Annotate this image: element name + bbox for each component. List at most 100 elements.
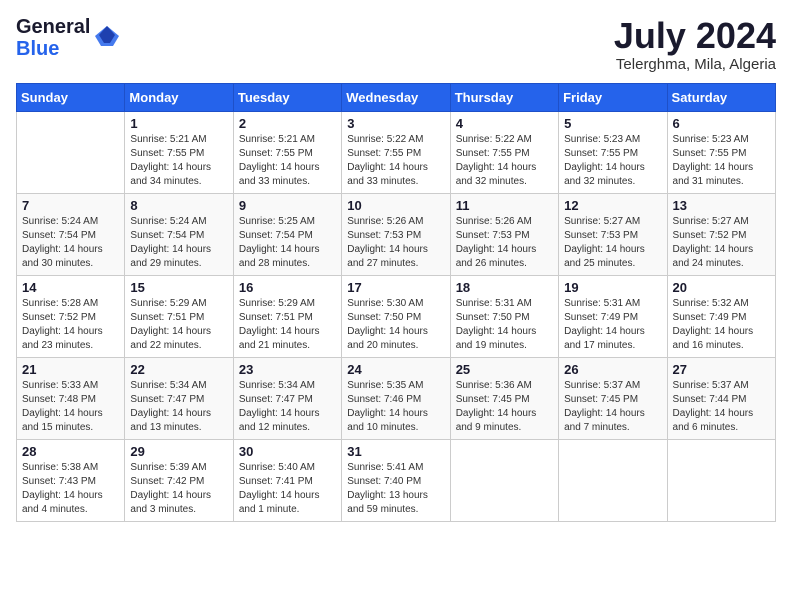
day-number: 5	[564, 116, 661, 131]
month-year: July 2024	[614, 16, 776, 56]
day-info: Sunrise: 5:35 AMSunset: 7:46 PMDaylight:…	[347, 379, 444, 435]
day-info: Sunrise: 5:22 AMSunset: 7:55 PMDaylight:…	[347, 133, 444, 189]
day-info: Sunrise: 5:27 AMSunset: 7:52 PMDaylight:…	[673, 215, 770, 271]
day-number: 18	[456, 280, 553, 295]
day-number: 21	[22, 362, 119, 377]
week-row-3: 14 Sunrise: 5:28 AMSunset: 7:52 PMDayligh…	[17, 275, 776, 357]
day-number: 7	[22, 198, 119, 213]
calendar-cell: 25Sunrise: 5:36 AMSunset: 7:45 PMDayligh…	[450, 357, 558, 439]
day-info: Sunrise: 5:29 AMSunset: 7:51 PMDaylight:…	[239, 297, 336, 353]
weekday-header-row: SundayMondayTuesdayWednesdayThursdayFrid…	[17, 83, 776, 111]
day-info: Sunrise: 5:37 AMSunset: 7:44 PMDaylight:…	[673, 379, 770, 435]
week-row-5: 28Sunrise: 5:38 AMSunset: 7:43 PMDayligh…	[17, 439, 776, 521]
day-info: Sunrise: 5:33 AMSunset: 7:48 PMDaylight:…	[22, 379, 119, 435]
weekday-header-tuesday: Tuesday	[233, 83, 341, 111]
day-info: Sunrise: 5:31 AMSunset: 7:49 PMDaylight:…	[564, 297, 661, 353]
calendar-cell: 26 Sunrise: 5:37 AMSunset: 7:45 PMDayligh…	[559, 357, 667, 439]
day-info: Sunrise: 5:39 AMSunset: 7:42 PMDaylight:…	[130, 461, 227, 517]
calendar-cell: 23 Sunrise: 5:34 AMSunset: 7:47 PMDayligh…	[233, 357, 341, 439]
day-number: 2	[239, 116, 336, 131]
day-number: 9	[239, 198, 336, 213]
calendar-cell: 6Sunrise: 5:23 AMSunset: 7:55 PMDaylight…	[667, 111, 775, 193]
week-row-1: 1 Sunrise: 5:21 AMSunset: 7:55 PMDaylight…	[17, 111, 776, 193]
calendar-cell: 30Sunrise: 5:40 AMSunset: 7:41 PMDayligh…	[233, 439, 341, 521]
day-number: 14	[22, 280, 119, 295]
location: Telerghma, Mila, Algeria	[614, 56, 776, 73]
day-info: Sunrise: 5:29 AMSunset: 7:51 PMDaylight:…	[130, 297, 227, 353]
day-info: Sunrise: 5:25 AMSunset: 7:54 PMDaylight:…	[239, 215, 336, 271]
weekday-header-sunday: Sunday	[17, 83, 125, 111]
day-info: Sunrise: 5:37 AMSunset: 7:45 PMDaylight:…	[564, 379, 661, 435]
day-info: Sunrise: 5:28 AMSunset: 7:52 PMDaylight:…	[22, 297, 119, 353]
logo-blue: Blue	[16, 38, 90, 60]
day-number: 31	[347, 444, 444, 459]
day-number: 27	[673, 362, 770, 377]
day-number: 13	[673, 198, 770, 213]
day-number: 30	[239, 444, 336, 459]
calendar-cell: 22 Sunrise: 5:34 AMSunset: 7:47 PMDayligh…	[125, 357, 233, 439]
day-info: Sunrise: 5:31 AMSunset: 7:50 PMDaylight:…	[456, 297, 553, 353]
day-number: 29	[130, 444, 227, 459]
day-info: Sunrise: 5:41 AMSunset: 7:40 PMDaylight:…	[347, 461, 444, 517]
day-number: 26	[564, 362, 661, 377]
calendar-cell: 27 Sunrise: 5:37 AMSunset: 7:44 PMDayligh…	[667, 357, 775, 439]
day-number: 10	[347, 198, 444, 213]
calendar-cell: 7 Sunrise: 5:24 AMSunset: 7:54 PMDaylight…	[17, 193, 125, 275]
week-row-2: 7 Sunrise: 5:24 AMSunset: 7:54 PMDaylight…	[17, 193, 776, 275]
weekday-header-monday: Monday	[125, 83, 233, 111]
calendar-cell	[559, 439, 667, 521]
calendar-cell: 12Sunrise: 5:27 AMSunset: 7:53 PMDayligh…	[559, 193, 667, 275]
calendar-cell: 18 Sunrise: 5:31 AMSunset: 7:50 PMDayligh…	[450, 275, 558, 357]
calendar-cell: 21 Sunrise: 5:33 AMSunset: 7:48 PMDayligh…	[17, 357, 125, 439]
day-info: Sunrise: 5:27 AMSunset: 7:53 PMDaylight:…	[564, 215, 661, 271]
day-number: 20	[673, 280, 770, 295]
day-info: Sunrise: 5:24 AMSunset: 7:54 PMDaylight:…	[22, 215, 119, 271]
calendar-cell: 17Sunrise: 5:30 AMSunset: 7:50 PMDayligh…	[342, 275, 450, 357]
day-info: Sunrise: 5:26 AMSunset: 7:53 PMDaylight:…	[456, 215, 553, 271]
day-info: Sunrise: 5:34 AMSunset: 7:47 PMDaylight:…	[130, 379, 227, 435]
calendar-cell: 11Sunrise: 5:26 AMSunset: 7:53 PMDayligh…	[450, 193, 558, 275]
calendar-cell	[667, 439, 775, 521]
title-block: July 2024 Telerghma, Mila, Algeria	[614, 16, 776, 73]
calendar-cell: 31 Sunrise: 5:41 AMSunset: 7:40 PMDayligh…	[342, 439, 450, 521]
day-info: Sunrise: 5:24 AMSunset: 7:54 PMDaylight:…	[130, 215, 227, 271]
calendar-cell: 14 Sunrise: 5:28 AMSunset: 7:52 PMDayligh…	[17, 275, 125, 357]
day-info: Sunrise: 5:23 AMSunset: 7:55 PMDaylight:…	[564, 133, 661, 189]
page-header: General Blue July 2024 Telerghma, Mila, …	[16, 16, 776, 73]
day-number: 22	[130, 362, 227, 377]
calendar-cell: 15Sunrise: 5:29 AMSunset: 7:51 PMDayligh…	[125, 275, 233, 357]
weekday-header-thursday: Thursday	[450, 83, 558, 111]
calendar-cell: 2Sunrise: 5:21 AMSunset: 7:55 PMDaylight…	[233, 111, 341, 193]
day-number: 17	[347, 280, 444, 295]
logo-icon	[93, 22, 121, 50]
calendar-cell: 13 Sunrise: 5:27 AMSunset: 7:52 PMDayligh…	[667, 193, 775, 275]
week-row-4: 21 Sunrise: 5:33 AMSunset: 7:48 PMDayligh…	[17, 357, 776, 439]
day-number: 3	[347, 116, 444, 131]
calendar-cell: 9 Sunrise: 5:25 AMSunset: 7:54 PMDaylight…	[233, 193, 341, 275]
day-number: 1	[130, 116, 227, 131]
day-number: 6	[673, 116, 770, 131]
calendar-cell	[17, 111, 125, 193]
weekday-header-friday: Friday	[559, 83, 667, 111]
calendar-cell: 20Sunrise: 5:32 AMSunset: 7:49 PMDayligh…	[667, 275, 775, 357]
day-number: 16	[239, 280, 336, 295]
logo-general: General	[16, 16, 90, 38]
weekday-header-wednesday: Wednesday	[342, 83, 450, 111]
day-info: Sunrise: 5:22 AMSunset: 7:55 PMDaylight:…	[456, 133, 553, 189]
calendar-cell: 24Sunrise: 5:35 AMSunset: 7:46 PMDayligh…	[342, 357, 450, 439]
calendar-cell: 29 Sunrise: 5:39 AMSunset: 7:42 PMDayligh…	[125, 439, 233, 521]
day-number: 25	[456, 362, 553, 377]
day-info: Sunrise: 5:26 AMSunset: 7:53 PMDaylight:…	[347, 215, 444, 271]
calendar-cell: 16 Sunrise: 5:29 AMSunset: 7:51 PMDayligh…	[233, 275, 341, 357]
calendar-cell: 3 Sunrise: 5:22 AMSunset: 7:55 PMDaylight…	[342, 111, 450, 193]
day-info: Sunrise: 5:34 AMSunset: 7:47 PMDaylight:…	[239, 379, 336, 435]
day-number: 8	[130, 198, 227, 213]
calendar-cell: 28Sunrise: 5:38 AMSunset: 7:43 PMDayligh…	[17, 439, 125, 521]
calendar-cell: 4 Sunrise: 5:22 AMSunset: 7:55 PMDaylight…	[450, 111, 558, 193]
day-number: 19	[564, 280, 661, 295]
day-info: Sunrise: 5:21 AMSunset: 7:55 PMDaylight:…	[130, 133, 227, 189]
day-number: 23	[239, 362, 336, 377]
logo: General Blue	[16, 16, 121, 60]
calendar-cell: 19 Sunrise: 5:31 AMSunset: 7:49 PMDayligh…	[559, 275, 667, 357]
day-number: 4	[456, 116, 553, 131]
